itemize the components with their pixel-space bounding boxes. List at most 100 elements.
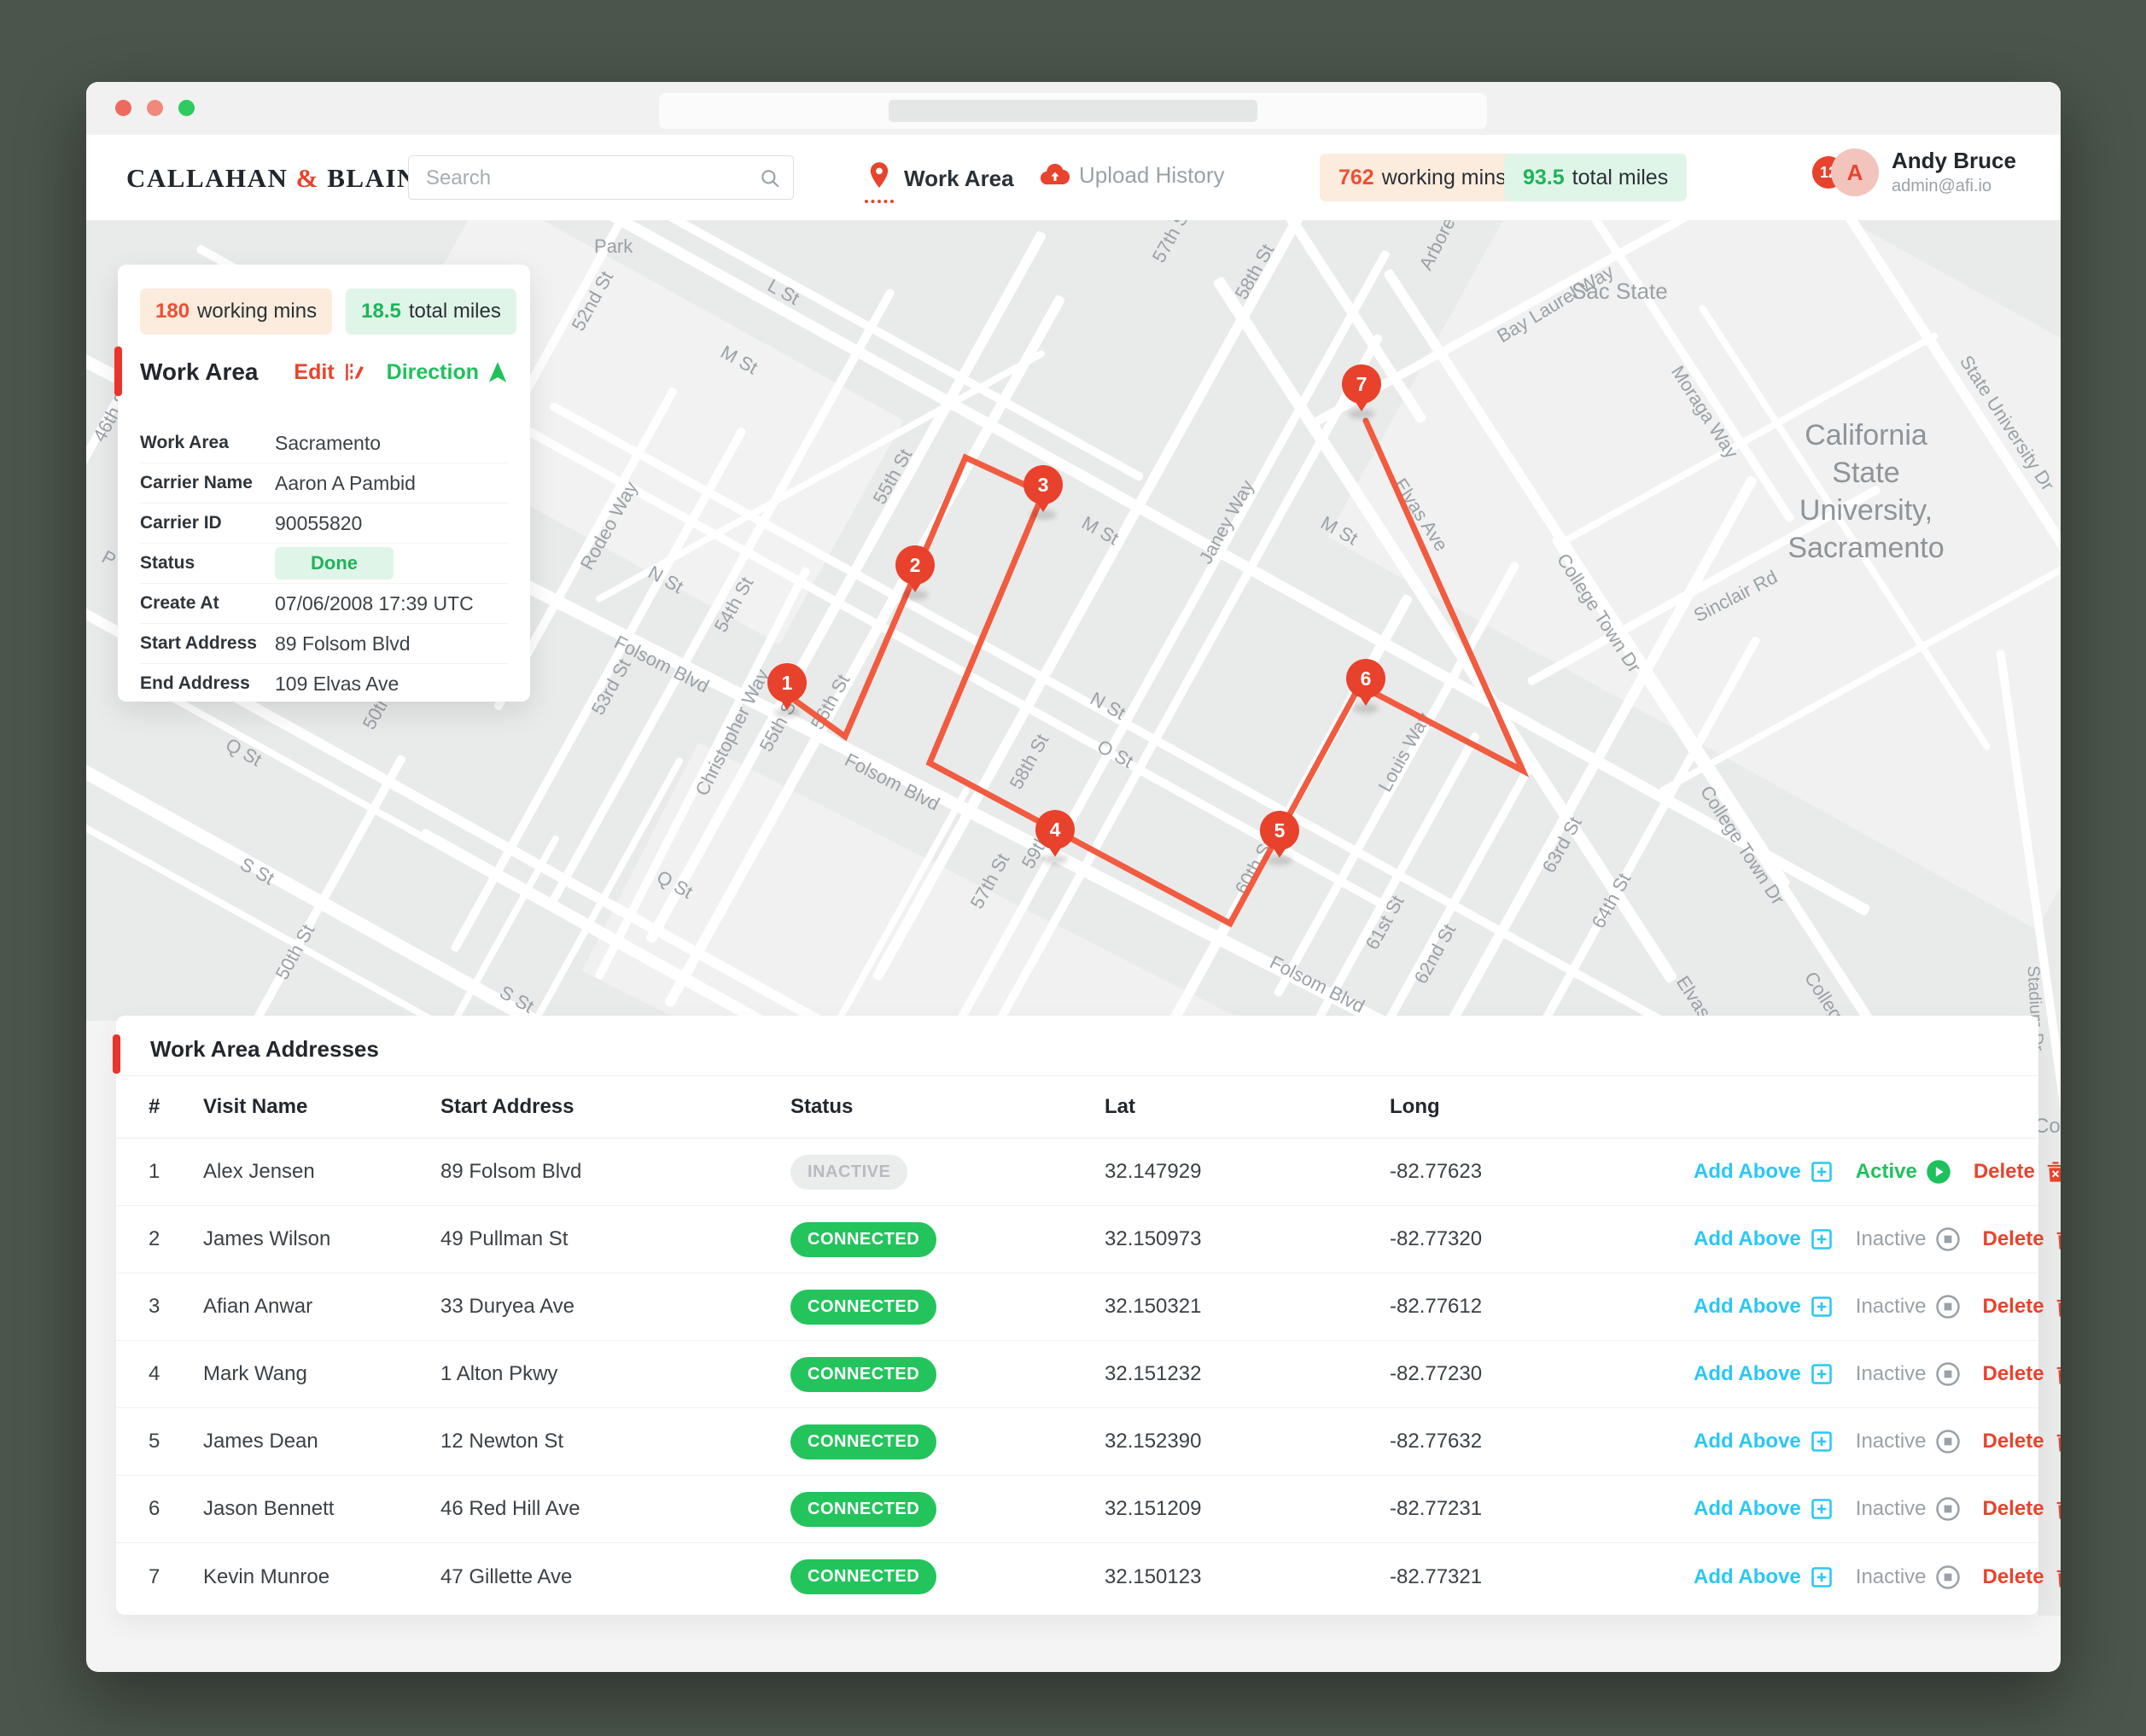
add-above-button[interactable]: Add Above — [1694, 1160, 1834, 1184]
delete-button[interactable]: Delete — [1983, 1227, 2061, 1251]
brand-logo[interactable]: CALLAHAN & BLAINE — [126, 163, 436, 194]
trash-icon — [2053, 1565, 2061, 1589]
connection-status-badge: CONNECTED — [790, 1357, 936, 1392]
work-area-addresses-panel: Work Area Addresses #Visit NameStart Add… — [116, 1016, 2038, 1615]
card-row-carrier-name: Carrier NameAaron A Pambid — [140, 463, 509, 504]
delete-button[interactable]: Delete — [1983, 1497, 2061, 1521]
lat-value: 32.151232 — [1105, 1362, 1390, 1386]
add-above-button[interactable]: Add Above — [1694, 1497, 1834, 1521]
long-value: -82.77320 — [1390, 1227, 1694, 1251]
delete-button[interactable]: Delete — [1983, 1295, 2061, 1319]
map-marker-6[interactable]: 6 — [1346, 659, 1385, 698]
map-marker-2[interactable]: 2 — [895, 545, 935, 585]
plus-square-icon — [1810, 1565, 1834, 1589]
map-pin-icon — [865, 160, 894, 196]
street-label: Louis Way — [1374, 709, 1436, 796]
edit-button[interactable]: Edit — [294, 360, 364, 385]
street-label: Sac State — [1572, 278, 1668, 305]
direction-button[interactable]: Direction — [387, 360, 509, 385]
lat-value: 32.150321 — [1105, 1295, 1390, 1319]
cloud-upload-icon — [1040, 160, 1069, 189]
close-window-button[interactable] — [115, 100, 131, 116]
add-above-button[interactable]: Add Above — [1694, 1362, 1834, 1386]
column-header: Start Address — [440, 1095, 790, 1119]
nav-active-underline — [865, 200, 894, 203]
app-header: CALLAHAN & BLAINE Work Area Upload Histo… — [86, 135, 2061, 220]
card-row-end-address: End Address109 Elvas Ave — [140, 664, 509, 703]
toggle-state-button[interactable]: Inactive — [1856, 1496, 1961, 1522]
map-marker-4[interactable]: 4 — [1035, 810, 1075, 849]
lat-value: 32.150973 — [1105, 1227, 1390, 1251]
column-header: Long — [1390, 1095, 1694, 1119]
toggle-state-button[interactable]: Inactive — [1856, 1564, 1961, 1590]
plus-square-icon — [1810, 1362, 1834, 1386]
long-value: -82.77612 — [1390, 1295, 1694, 1319]
visit-name: James Wilson — [203, 1227, 440, 1251]
start-address: 89 Folsom Blvd — [440, 1160, 790, 1184]
trash-icon — [2053, 1227, 2061, 1251]
working-mins-badge: 762working mins — [1320, 154, 1525, 201]
stop-circle-icon — [1935, 1429, 1961, 1454]
delete-button[interactable]: Delete — [1974, 1160, 2061, 1184]
delete-button[interactable]: Delete — [1983, 1565, 2061, 1589]
column-header: Status — [790, 1095, 1105, 1119]
delete-button[interactable]: Delete — [1983, 1430, 2061, 1453]
add-above-button[interactable]: Add Above — [1694, 1227, 1834, 1251]
start-address: 46 Red Hill Ave — [440, 1497, 790, 1521]
nav-upload-history[interactable]: Upload History — [1040, 160, 1225, 189]
search-input[interactable] — [424, 156, 752, 201]
add-above-button[interactable]: Add Above — [1694, 1565, 1834, 1589]
nav-work-area-label: Work Area — [904, 166, 1014, 192]
column-header: # — [149, 1095, 203, 1119]
toggle-state-button[interactable]: Active — [1856, 1159, 1951, 1185]
minimize-window-button[interactable] — [147, 100, 163, 116]
card-accent-bar — [114, 347, 122, 396]
start-address: 47 Gillette Ave — [440, 1565, 790, 1589]
long-value: -82.77230 — [1390, 1362, 1694, 1386]
user-menu[interactable]: 12 A Andy Bruce admin@afi.io — [1812, 149, 2016, 196]
toggle-state-button[interactable]: Inactive — [1856, 1429, 1961, 1454]
column-header: Lat — [1105, 1095, 1390, 1119]
start-address: 49 Pullman St — [440, 1227, 790, 1251]
toggle-state-button[interactable]: Inactive — [1856, 1226, 1961, 1252]
card-row-work-area: Work AreaSacramento — [140, 423, 509, 463]
map-marker-7[interactable]: 7 — [1342, 364, 1381, 404]
nav-work-area[interactable]: Work Area — [865, 160, 1014, 196]
trash-icon — [2053, 1497, 2061, 1521]
row-number: 4 — [149, 1362, 203, 1386]
url-bar[interactable] — [889, 100, 1257, 122]
street-label: 57th St — [1148, 220, 1197, 266]
table-row: 1Alex Jensen89 Folsom BlvdINACTIVE32.147… — [116, 1139, 2038, 1206]
card-row-carrier-id: Carrier ID90055820 — [140, 504, 509, 544]
toggle-state-button[interactable]: Inactive — [1856, 1361, 1961, 1387]
browser-tab[interactable] — [659, 93, 1487, 129]
zoom-window-button[interactable] — [178, 100, 195, 116]
map-marker-5[interactable]: 5 — [1260, 811, 1299, 850]
street-label: Q St — [222, 734, 265, 772]
avatar[interactable]: A — [1831, 149, 1879, 196]
panel-accent-bar — [113, 1034, 120, 1074]
stop-circle-icon — [1935, 1294, 1961, 1319]
table-row: 7Kevin Munroe47 Gillette AveCONNECTED32.… — [116, 1543, 2038, 1611]
add-above-button[interactable]: Add Above — [1694, 1295, 1834, 1319]
table-header-row: #Visit NameStart AddressStatusLatLong — [116, 1075, 2038, 1139]
lat-value: 32.152390 — [1105, 1430, 1390, 1453]
toggle-state-button[interactable]: Inactive — [1856, 1294, 1961, 1319]
lat-value: 32.147929 — [1105, 1160, 1390, 1184]
visit-name: Afian Anwar — [203, 1295, 440, 1319]
row-number: 2 — [149, 1227, 203, 1251]
long-value: -82.77623 — [1390, 1160, 1694, 1184]
row-number: 3 — [149, 1295, 203, 1319]
table-row: 2James Wilson49 Pullman StCONNECTED32.15… — [116, 1206, 2038, 1273]
delete-button[interactable]: Delete — [1983, 1362, 2061, 1386]
row-number: 1 — [149, 1160, 203, 1184]
card-row-create-at: Create At07/06/2008 17:39 UTC — [140, 584, 509, 624]
card-total-miles-badge: 18.5total miles — [346, 288, 516, 335]
total-miles-badge: 93.5total miles — [1504, 154, 1687, 201]
add-above-button[interactable]: Add Above — [1694, 1430, 1834, 1453]
start-address: 33 Duryea Ave — [440, 1295, 790, 1319]
street-label: 56th St — [807, 671, 855, 734]
map-marker-1[interactable]: 1 — [767, 663, 807, 702]
map-marker-3[interactable]: 3 — [1023, 465, 1063, 504]
lat-value: 32.151209 — [1105, 1497, 1390, 1521]
